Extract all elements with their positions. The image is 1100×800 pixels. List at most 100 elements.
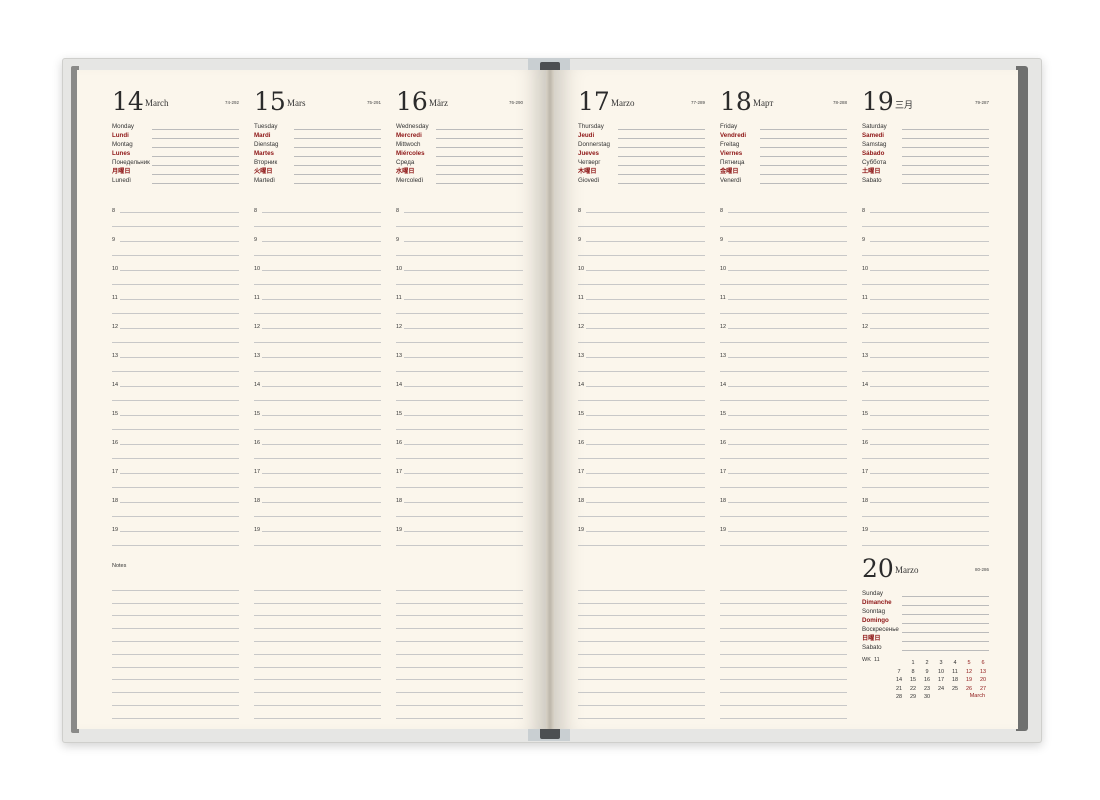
hour-slot: 17 [254, 468, 381, 497]
weekday-name: Freitag [720, 140, 847, 149]
writing-line [404, 386, 523, 387]
writing-line [862, 255, 989, 256]
writing-line [728, 299, 847, 300]
writing-line [720, 578, 847, 591]
hour-slot: 14 [720, 381, 847, 410]
writing-line [396, 604, 523, 617]
hour-label: 10 [862, 266, 869, 272]
writing-line [254, 629, 381, 642]
day-number: 17 [578, 87, 610, 116]
weekday-name: 火曜日 [254, 167, 381, 176]
writing-line [728, 270, 847, 271]
hour-label: 10 [112, 266, 119, 272]
writing-line [586, 212, 705, 213]
hour-label: 11 [254, 295, 260, 301]
hour-slot: 9 [254, 236, 381, 265]
weekday-name: 水曜日 [396, 167, 523, 176]
writing-line [578, 516, 705, 517]
notes-lines [254, 578, 381, 719]
writing-line [262, 502, 381, 503]
hour-label: 13 [396, 353, 403, 359]
weekday-name-text: Sunday [862, 590, 883, 597]
day-number: 20 [862, 554, 894, 583]
weekday-name: Lundi [112, 131, 239, 140]
page-gutter [546, 70, 554, 729]
hour-label: 16 [396, 440, 403, 446]
weekday-name: Вторник [254, 158, 381, 167]
writing-line [586, 502, 705, 503]
weekday-name-text: Tuesday [254, 123, 278, 130]
weekday-name: Martes [254, 149, 381, 158]
writing-line [870, 328, 989, 329]
day-number: 18 [720, 87, 752, 116]
weekday-name: Пятница [720, 158, 847, 167]
hour-label: 18 [578, 498, 585, 504]
weekday-name-text: Samedi [862, 132, 885, 139]
hour-label: 17 [862, 469, 869, 475]
writing-line [262, 241, 381, 242]
hour-slot: 9 [396, 236, 523, 265]
writing-line [254, 429, 381, 430]
writing-line [262, 299, 381, 300]
hour-label: 17 [112, 469, 119, 475]
writing-line [404, 502, 523, 503]
day-column: 19 三月 79-287 Saturday Samedi Samstag Sábado Суб… [862, 86, 989, 546]
writing-line [720, 284, 847, 285]
weekday-name-text: Montag [112, 141, 133, 148]
mini-calendar-day: 20 [979, 677, 987, 683]
writing-line [404, 531, 523, 532]
writing-line [586, 299, 705, 300]
hour-label: 15 [396, 411, 403, 417]
writing-line [152, 147, 239, 148]
weekday-name-text: Martedì [254, 177, 275, 184]
weekday-name: Jeudi [578, 131, 705, 140]
writing-line [862, 487, 989, 488]
hour-label: 10 [720, 266, 727, 272]
mini-calendar-day: 28 [895, 694, 903, 700]
writing-line [760, 156, 847, 157]
weekday-name-text: Martes [254, 150, 274, 157]
writing-line [578, 706, 705, 719]
hour-slot: 18 [396, 497, 523, 526]
hour-label: 14 [578, 382, 585, 388]
writing-line [720, 342, 847, 343]
hour-slot: 17 [578, 468, 705, 497]
writing-line [152, 174, 239, 175]
hour-slot: 14 [578, 381, 705, 410]
weekday-name-text: Sabato [862, 177, 882, 184]
hour-label: 10 [578, 266, 585, 272]
hour-label: 9 [862, 237, 866, 243]
hour-label: 15 [112, 411, 119, 417]
writing-line [862, 371, 989, 372]
hour-slot: 8 [720, 207, 847, 236]
writing-line [578, 545, 705, 546]
weekday-name-text: Mardi [254, 132, 271, 139]
writing-line [862, 400, 989, 401]
weekday-name-text: Понедельник [112, 159, 150, 166]
hour-label: 12 [396, 324, 403, 330]
writing-line [254, 591, 381, 604]
writing-line [578, 642, 705, 655]
hour-slot: 15 [396, 410, 523, 439]
writing-line [120, 473, 239, 474]
day-month: März [429, 98, 448, 108]
writing-line [262, 531, 381, 532]
writing-line [396, 284, 523, 285]
writing-line [902, 174, 989, 175]
hour-label: 18 [112, 498, 119, 504]
writing-line [870, 386, 989, 387]
writing-line [404, 328, 523, 329]
day-count: 78-288 [832, 100, 847, 105]
writing-line [436, 165, 523, 166]
writing-line [728, 473, 847, 474]
weekday-name-text: Dienstag [254, 141, 279, 148]
weekday-name-text: Venerdì [720, 177, 742, 184]
hour-slot: 13 [396, 352, 523, 381]
hour-label: 17 [254, 469, 261, 475]
hour-slot: 13 [254, 352, 381, 381]
mini-calendar-day: 10 [937, 668, 945, 675]
writing-line [254, 706, 381, 719]
hour-slot: 13 [578, 352, 705, 381]
mini-calendar-day: 5 [967, 660, 971, 666]
hour-label: 13 [720, 353, 727, 359]
